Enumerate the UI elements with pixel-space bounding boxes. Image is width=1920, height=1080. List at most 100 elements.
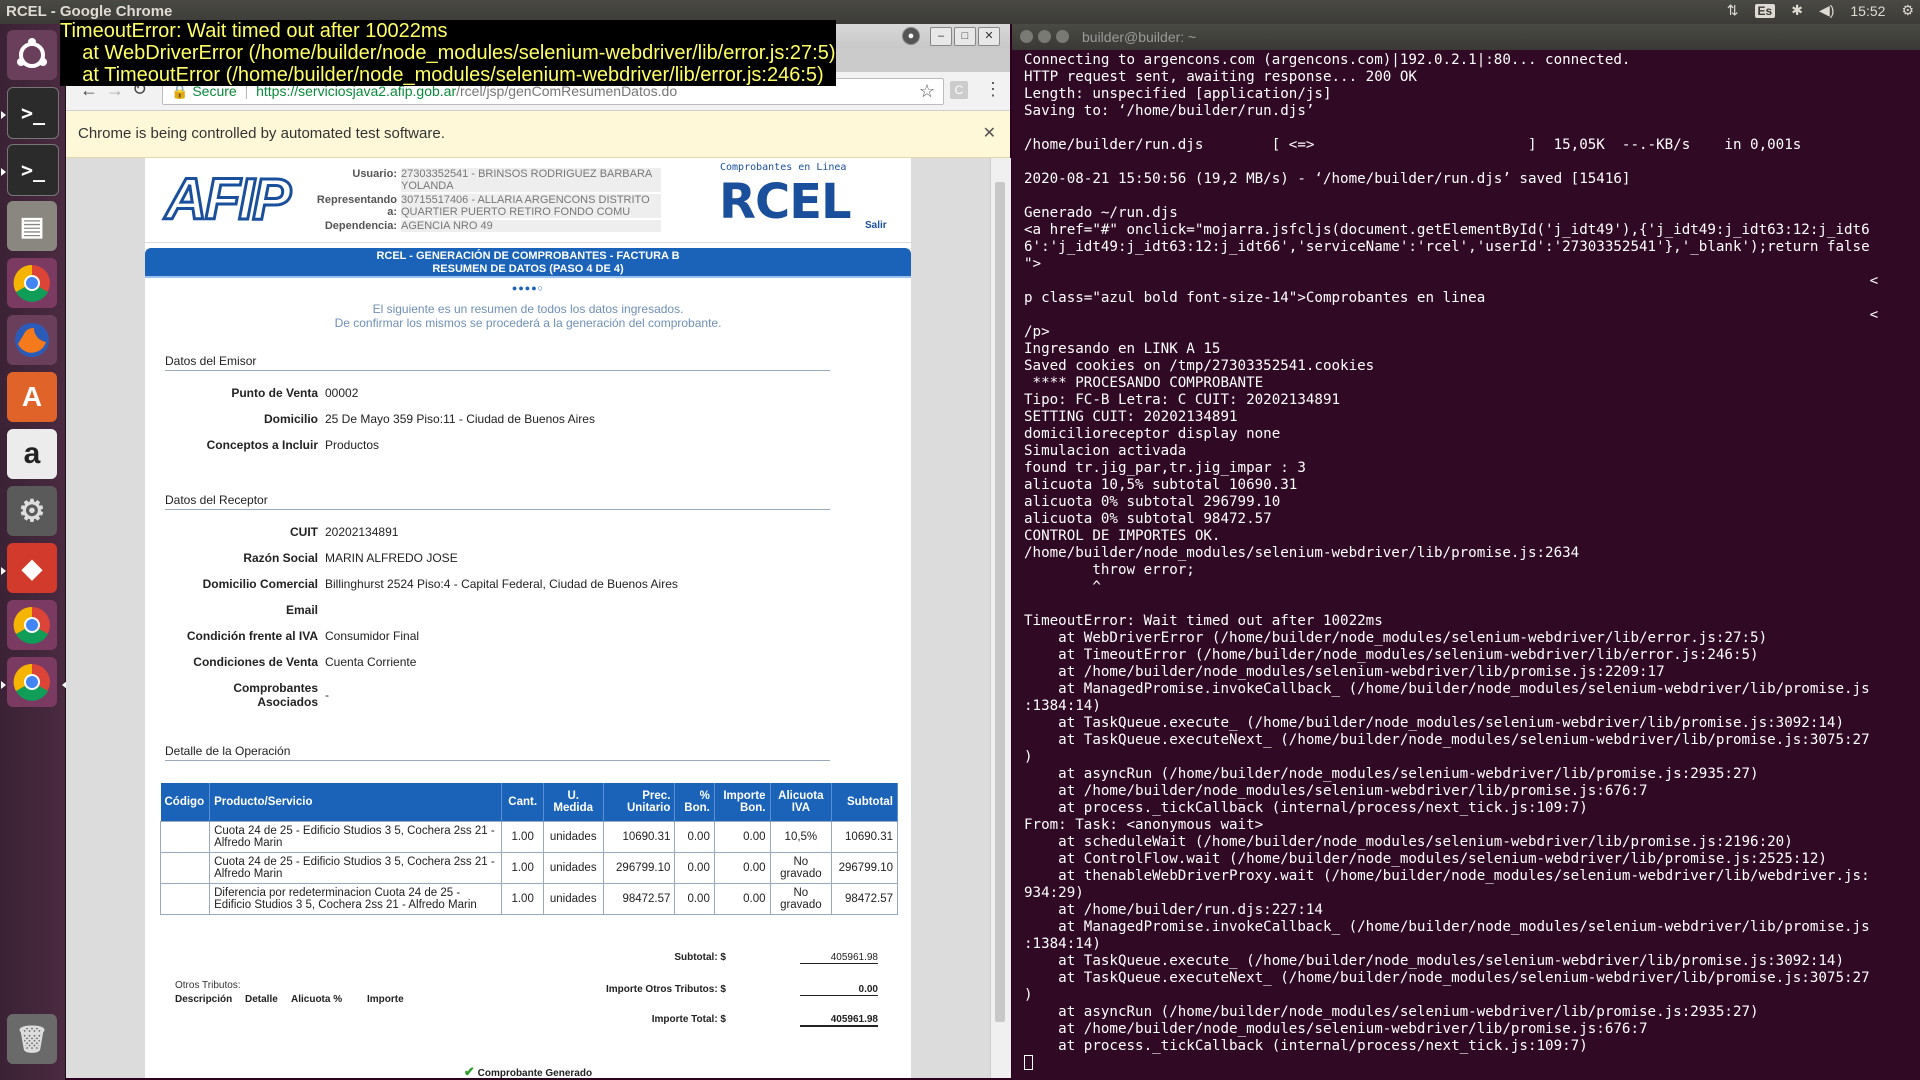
bluetooth-icon[interactable]: ✱	[1791, 2, 1803, 19]
terminal-line: at scheduleWait (/home/builder/node_modu…	[1024, 834, 1793, 850]
representando-value: 30715517406 - ALLARIA ARGENCONS DISTRITO…	[401, 194, 661, 218]
col-header: % Bon.	[674, 783, 715, 822]
terminal-line: /home/builder/run.djs [ <=> ] 15,05K --.…	[1024, 137, 1802, 153]
extension-icon[interactable]: C	[950, 81, 968, 99]
maximize-button[interactable]: □	[954, 27, 976, 46]
active-window-title: RCEL - Google Chrome	[6, 3, 173, 20]
dependencia-value: AGENCIA NRO 49	[401, 220, 661, 232]
otros-header: Descripción	[175, 994, 233, 1005]
terminal-output[interactable]: Connecting to argencons.com (argencons.c…	[1024, 52, 1914, 1072]
checkmark-icon: ✔	[463, 1064, 475, 1078]
system-settings-icon[interactable]: ⚙	[7, 486, 57, 536]
terminal-line: HTTP request sent, awaiting response... …	[1024, 69, 1417, 85]
terminal-icon[interactable]: >_	[7, 144, 59, 196]
clock[interactable]: 15:52	[1850, 3, 1885, 19]
terminal-line: Simulacion activada	[1024, 443, 1187, 459]
chrome-icon[interactable]	[7, 600, 57, 650]
terminal-line: at /home/builder/node_modules/selenium-w…	[1024, 783, 1648, 799]
receptor-value: Cuenta Corriente	[325, 655, 417, 669]
menu-icon[interactable]: ⋮	[984, 79, 1002, 100]
anydesk-icon[interactable]: ◆	[7, 543, 57, 593]
gear-icon[interactable]: ⚙	[1901, 2, 1914, 19]
col-header: U. Medida	[543, 783, 604, 822]
maximize-button[interactable]	[1056, 30, 1069, 43]
terminal-line: at /home/builder/node_modules/selenium-w…	[1024, 1021, 1648, 1037]
close-icon[interactable]: ✕	[983, 123, 996, 143]
cell-codigo	[159, 883, 211, 915]
salir-link[interactable]: Salir	[865, 220, 887, 231]
terminal-line: Tipo: FC-B Letra: C CUIT: 20202134891	[1024, 392, 1341, 408]
chrome-icon[interactable]	[7, 258, 57, 308]
otros-header: Importe	[367, 994, 404, 1005]
trash-icon[interactable]: 🗑	[7, 1014, 57, 1064]
running-indicator	[1, 567, 6, 575]
cell-producto: Cuota 24 de 25 - Edificio Studios 3 5, C…	[209, 821, 503, 853]
terminal-line: :1384:14)	[1024, 936, 1101, 952]
emisor-label: Conceptos a Incluir	[206, 438, 318, 452]
close-button[interactable]	[1020, 30, 1033, 43]
terminal-line: )	[1024, 749, 1033, 765]
cell-producto: Diferencia por redeterminacion Cuota 24 …	[209, 883, 503, 915]
terminal-line: at TaskQueue.execute_ (/home/builder/nod…	[1024, 715, 1844, 731]
terminal-line: 6':'j_idt49:j_idt63:12:j_idt66','service…	[1024, 239, 1870, 255]
otros-tributos-label: Otros Tributos:	[175, 980, 241, 991]
software-center-icon[interactable]: A	[7, 372, 57, 422]
amazon-icon[interactable]: a	[7, 429, 57, 479]
terminal-line: at process._tickCallback (internal/proce…	[1024, 1038, 1588, 1054]
chrome-icon[interactable]	[7, 657, 57, 707]
terminal-line: p class="azul bold font-size-14">Comprob…	[1024, 290, 1486, 306]
cell-precio: 10690.31	[602, 821, 676, 853]
terminal-line: <	[1024, 273, 1879, 289]
cell-bon: 0.00	[674, 883, 715, 915]
ubuntu-dash-icon[interactable]	[7, 30, 57, 80]
terminal-icon[interactable]: >_	[7, 87, 59, 139]
usuario-value: 27303352541 - BRINSOS RODRIGUEZ BARBARA …	[401, 168, 661, 192]
step-banner: RCEL - GENERACIÓN DE COMPROBANTES - FACT…	[145, 248, 911, 276]
receptor-value: -	[325, 688, 329, 702]
terminal-title: builder@builder: ~	[1082, 29, 1197, 45]
table-row: Diferencia por redeterminacion Cuota 24 …	[159, 883, 898, 915]
col-header: Prec. Unitario	[603, 783, 676, 822]
terminal-line: at ManagedPromise.invokeCallback_ (/home…	[1024, 919, 1870, 935]
otros-header: Detalle	[245, 994, 278, 1005]
cell-producto: Cuota 24 de 25 - Edificio Studios 3 5, C…	[209, 852, 503, 884]
terminal-line: SETTING CUIT: 20202134891	[1024, 409, 1238, 425]
minimize-button[interactable]	[1038, 30, 1051, 43]
col-header: Código	[160, 783, 211, 822]
cell-codigo	[159, 852, 211, 884]
cell-bon: 0.00	[674, 852, 715, 884]
volume-icon[interactable]: ◀)	[1819, 2, 1834, 19]
otros-importe-label: Importe Otros Tributos: $	[605, 984, 726, 995]
network-icon[interactable]: ⇅	[1727, 2, 1739, 19]
representando-label: Representando a:	[316, 194, 397, 218]
table-header-row: Código Producto/Servicio Cant. U. Medida…	[160, 783, 898, 822]
minimize-button[interactable]: –	[930, 27, 952, 46]
terminal-line: <	[1024, 307, 1879, 323]
star-icon[interactable]: ☆	[919, 79, 935, 104]
receptor-label: Condiciones de Venta	[193, 655, 318, 669]
terminal-window: builder@builder: ~ Connecting to argenco…	[1012, 24, 1920, 1080]
firefox-icon[interactable]	[7, 315, 57, 365]
page-scrollbar[interactable]	[990, 158, 1011, 1078]
cell-subtotal: 296799.10	[831, 852, 898, 884]
scrollbar-thumb[interactable]	[995, 182, 1005, 1022]
keyboard-layout-indicator[interactable]: Es	[1754, 3, 1776, 18]
otros-tributos-headers: Descripción Detalle Alicuota % Importe	[175, 994, 404, 1005]
dependencia-label: Dependencia:	[324, 220, 397, 232]
profile-icon[interactable]: ●	[902, 27, 920, 45]
emisor-label: Domicilio	[263, 412, 318, 426]
emisor-value: 00002	[325, 386, 359, 400]
terminal-titlebar[interactable]: builder@builder: ~	[1012, 24, 1920, 50]
close-button[interactable]: ✕	[978, 27, 1000, 46]
files-icon[interactable]: ▤	[7, 201, 57, 251]
terminal-line: ^	[1024, 579, 1101, 595]
cell-medida: unidades	[542, 852, 604, 884]
running-indicator	[1, 111, 6, 119]
receptor-value: Billinghurst 2524 Piso:4 - Capital Feder…	[325, 577, 678, 591]
error-line: TimeoutError: Wait timed out after 10022…	[60, 20, 448, 42]
terminal-line: at ManagedPromise.invokeCallback_ (/home…	[1024, 681, 1870, 697]
terminal-line: at /home/builder/run.djs:227:14	[1024, 902, 1323, 918]
